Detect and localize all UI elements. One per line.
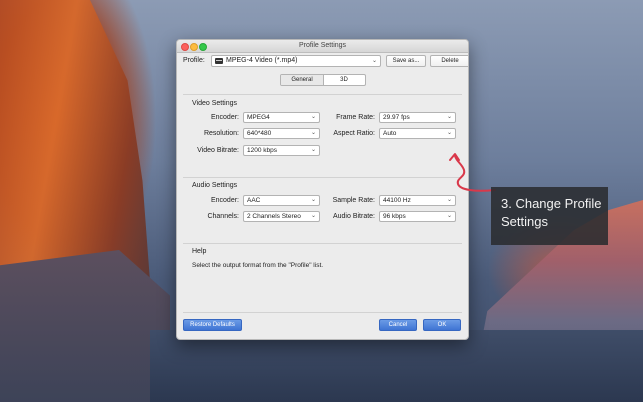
chevron-down-icon: ⌄: [310, 213, 316, 219]
channels-label: Channels:: [207, 213, 239, 220]
frame-rate-label: Frame Rate:: [336, 114, 375, 121]
callout-text-line2: Settings: [501, 214, 548, 229]
audio-encoder-value: AAC: [247, 197, 261, 204]
section-divider: [183, 94, 462, 95]
chevron-down-icon: ⌄: [446, 114, 452, 120]
title-bar[interactable]: Profile Settings: [177, 40, 468, 53]
aspect-ratio-value: Auto: [383, 130, 397, 137]
frame-rate-select[interactable]: 29.97 fps ⌄: [379, 112, 456, 123]
chevron-down-icon: ⌄: [310, 130, 316, 136]
chevron-down-icon: ⌄: [371, 58, 377, 64]
chevron-down-icon: ⌄: [310, 114, 316, 120]
callout-text-line1: 3. Change Profile: [501, 196, 602, 211]
chevron-down-icon: ⌄: [446, 130, 452, 136]
channels-select[interactable]: 2 Channels Stereo ⌄: [243, 211, 320, 222]
aspect-ratio-select[interactable]: Auto ⌄: [379, 128, 456, 139]
audio-settings-title: Audio Settings: [192, 182, 238, 189]
profile-label: Profile:: [183, 57, 205, 64]
wallpaper-valley: [150, 330, 643, 402]
video-encoder-select[interactable]: MPEG4 ⌄: [243, 112, 320, 123]
sample-rate-value: 44100 Hz: [383, 197, 411, 204]
video-bitrate-value: 1200 kbps: [247, 147, 277, 154]
aspect-ratio-label: Aspect Ratio:: [333, 130, 375, 137]
section-divider: [183, 177, 462, 178]
cancel-button[interactable]: Cancel: [379, 319, 417, 331]
video-encoder-value: MPEG4: [247, 114, 270, 121]
restore-defaults-button[interactable]: Restore Defaults: [183, 319, 242, 331]
window-title: Profile Settings: [298, 42, 347, 49]
frame-rate-value: 29.97 fps: [383, 114, 410, 121]
video-format-icon: [215, 58, 223, 64]
help-text: Select the output format from the "Profi…: [192, 262, 324, 269]
section-divider: [183, 243, 462, 244]
audio-encoder-select[interactable]: AAC ⌄: [243, 195, 320, 206]
audio-bitrate-label: Audio Bitrate:: [332, 213, 375, 220]
tab-3d[interactable]: 3D: [323, 75, 365, 85]
annotation-callout: 3. Change Profile Settings: [491, 187, 608, 245]
audio-encoder-label: Encoder:: [210, 197, 239, 204]
chevron-down-icon: ⌄: [310, 147, 316, 153]
resolution-label: Resolution:: [203, 130, 239, 137]
chevron-down-icon: ⌄: [310, 197, 316, 203]
footer-divider: [183, 312, 462, 313]
profile-row: Profile: MPEG-4 Video (*.mp4) ⌄ Save as.…: [183, 55, 468, 67]
delete-button[interactable]: Delete: [430, 55, 468, 67]
settings-tabs: General 3D: [280, 74, 366, 86]
video-bitrate-select[interactable]: 1200 kbps ⌄: [243, 145, 320, 156]
channels-value: 2 Channels Stereo: [247, 213, 301, 220]
tab-general[interactable]: General: [281, 75, 324, 85]
help-title: Help: [192, 248, 207, 255]
video-bitrate-label: Video Bitrate:: [197, 147, 239, 154]
resolution-select[interactable]: 640*480 ⌄: [243, 128, 320, 139]
ok-button[interactable]: OK: [423, 319, 461, 331]
audio-bitrate-select[interactable]: 96 kbps ⌄: [379, 211, 456, 222]
video-encoder-label: Encoder:: [210, 114, 239, 121]
video-settings-title: Video Settings: [192, 100, 238, 107]
profile-value: MPEG-4 Video (*.mp4): [226, 57, 298, 64]
resolution-value: 640*480: [247, 130, 272, 137]
audio-bitrate-value: 96 kbps: [383, 213, 406, 220]
profile-settings-window: Profile Settings Profile: MPEG-4 Video (…: [176, 39, 469, 340]
sample-rate-label: Sample Rate:: [332, 197, 375, 204]
profile-select[interactable]: MPEG-4 Video (*.mp4) ⌄: [211, 55, 381, 67]
chevron-down-icon: ⌄: [446, 213, 452, 219]
save-as-button[interactable]: Save as...: [386, 55, 426, 67]
